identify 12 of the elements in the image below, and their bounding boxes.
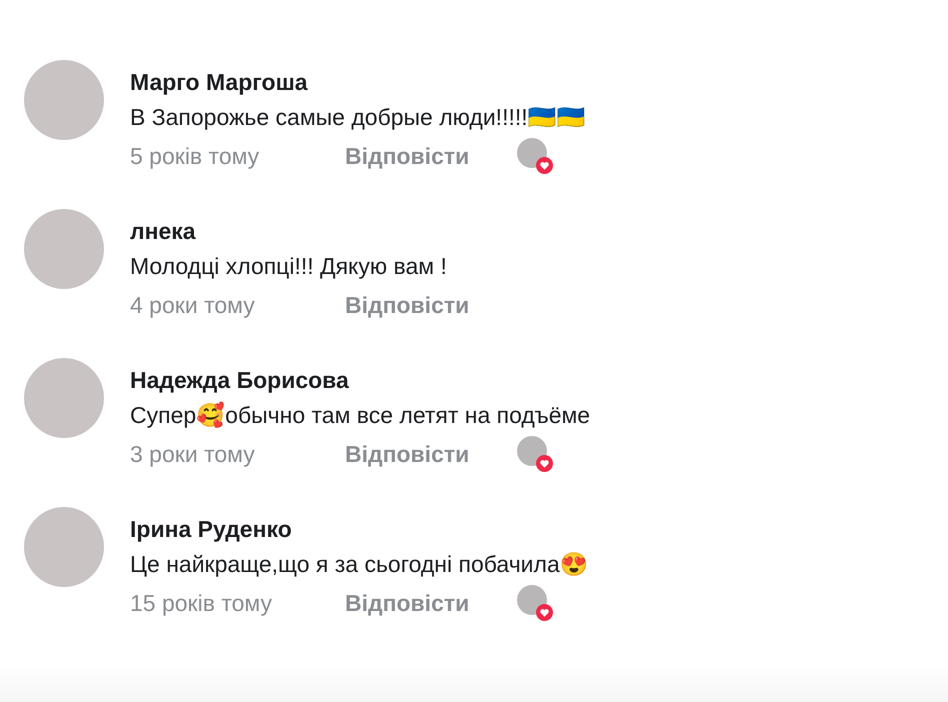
comment-text: Молодці хлопці!!! Дякую вам ! bbox=[130, 252, 448, 281]
comment-time: 4 роки тому bbox=[130, 290, 256, 320]
comment-time: 3 роки тому bbox=[130, 440, 256, 469]
comment-text: В Запорожье самые добрые люди!!!!!🇺🇦🇺🇦 bbox=[130, 103, 586, 132]
comment-time: 15 років тому bbox=[130, 588, 273, 618]
comment-author[interactable]: лнека bbox=[130, 215, 470, 247]
comment-text: Супер🥰обычно там все летят на подъёме bbox=[130, 400, 590, 430]
comment-text: Це найкраще,що я за сьогодні побачила😍 bbox=[130, 550, 589, 579]
comment-author[interactable]: Ірина Руденко bbox=[130, 513, 589, 545]
comment-author[interactable]: Марго Маргоша bbox=[130, 66, 586, 98]
comment-author[interactable]: Надежда Борисова bbox=[130, 364, 590, 396]
comment-time: 5 років тому bbox=[130, 142, 260, 171]
